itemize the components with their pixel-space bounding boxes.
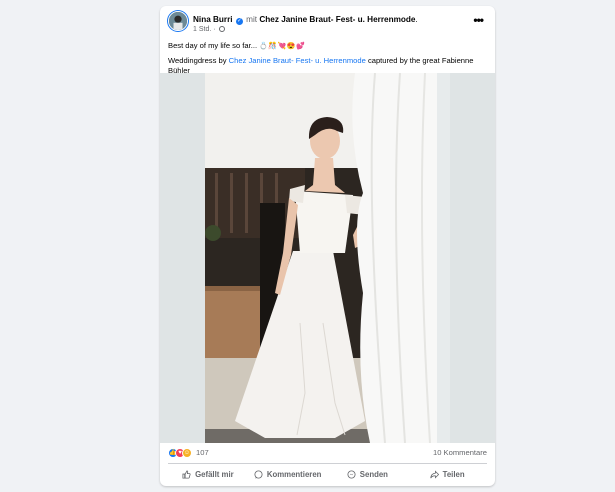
emoji-sequence: 💍🎊💘😍💕 [259,43,306,50]
more-options-icon[interactable]: ••• [473,14,484,26]
post-header: Nina Burri ✓ mit Chez Janine Braut- Fest… [168,11,487,39]
share-label: Teilen [442,469,465,479]
with-word: mit [246,15,258,24]
comments-count[interactable]: 10 Kommentare [433,448,487,458]
post-stats: 👍 ♥ ☺ 107 10 Kommentare [168,447,487,461]
facebook-post-card: Nina Burri ✓ mit Chez Janine Braut- Fest… [160,6,495,486]
comment-icon [254,469,263,479]
author-name[interactable]: Nina Burri [193,15,233,24]
tagged-page-link[interactable]: Chez Janine Braut- Fest- u. Herrenmode [229,56,366,65]
post-media[interactable] [160,73,495,443]
verified-badge-icon: ✓ [235,18,243,25]
post-header-line: Nina Burri ✓ mit Chez Janine Braut- Fest… [193,15,418,25]
reaction-count[interactable]: 107 [196,448,209,458]
send-label: Senden [359,469,388,479]
post-photo[interactable] [205,73,450,443]
like-button[interactable]: Gefällt mir [168,465,248,483]
post-time[interactable]: 1 Std. [193,26,211,33]
post-caption: Best day of my life so far... [168,41,258,50]
reactions-summary[interactable]: 👍 ♥ ☺ 107 [168,448,209,458]
comment-button[interactable]: Kommentieren [248,465,328,483]
thumbs-up-icon [182,469,191,479]
post-meta: 1 Std. · [193,26,225,33]
post-actions: Gefällt mir Kommentieren Senden Teilen [168,465,487,483]
header-period: . [415,15,418,24]
meta-separator: · [213,26,216,33]
tagged-page-name[interactable]: Chez Janine Braut- Fest- u. Herrenmode [259,15,415,24]
send-button[interactable]: Senden [328,465,408,483]
comment-label: Kommentieren [266,469,322,479]
divider [168,463,487,464]
care-reaction-icon: ☺ [182,448,192,458]
author-avatar[interactable] [168,11,188,31]
post-text-line-1: Best day of my life so far... 💍🎊💘😍💕 [168,41,487,52]
messenger-icon [347,469,356,479]
dress-credit-prefix: Weddingdress by [168,56,229,65]
share-icon [429,469,439,479]
share-button[interactable]: Teilen [407,465,487,483]
globe-icon [218,26,225,32]
like-label: Gefällt mir [195,469,234,479]
